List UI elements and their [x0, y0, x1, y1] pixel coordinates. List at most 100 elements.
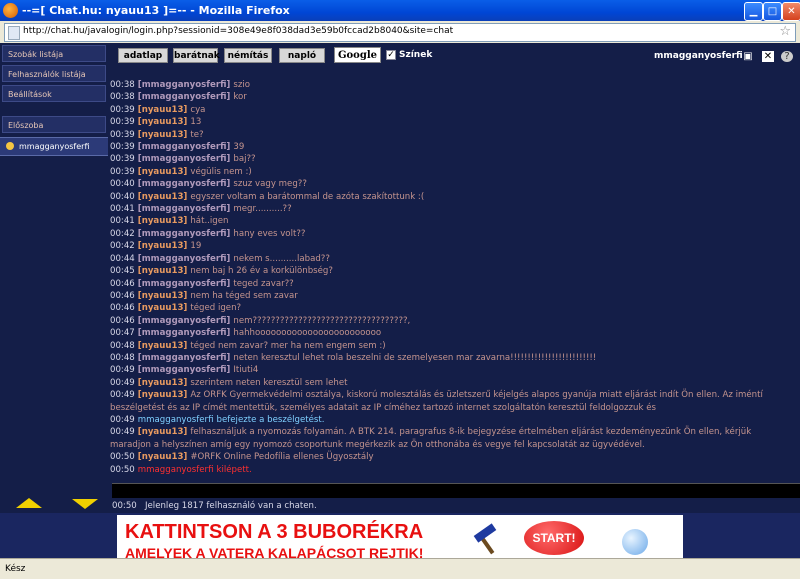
google-label: Google — [337, 50, 378, 61]
chat-message: 00:46 [mmagganyosferfi] teged zavar?? — [110, 278, 800, 290]
message-time: 00:48 — [110, 352, 135, 363]
message-nick[interactable]: [nyauu13] — [138, 341, 188, 351]
message-nick[interactable]: [mmagganyosferfi] — [138, 229, 231, 239]
message-nick[interactable]: [nyauu13] — [138, 303, 188, 313]
message-nick[interactable]: [nyauu13] — [138, 266, 188, 276]
chat-message: 00:39 [nyauu13] 13 — [110, 116, 800, 128]
sidebar-item-lobby[interactable]: Előszoba — [2, 116, 106, 133]
minimize-button[interactable]: ▁ — [744, 2, 763, 21]
message-nick[interactable]: [mmagganyosferfi] — [138, 254, 231, 264]
message-text: kor — [233, 92, 247, 103]
chat-message: 00:40 [nyauu13] egyszer voltam a barátomma… — [110, 191, 800, 203]
message-text: szuz vagy meg?? — [233, 179, 307, 190]
sidebar-user-item[interactable]: mmagganyosferfi — [0, 137, 108, 156]
message-nick[interactable]: [mmagganyosferfi] — [138, 328, 231, 338]
chat-message: 00:50 [nyauu13] #ORFK Online Pedofília ell… — [110, 451, 800, 463]
message-nick[interactable]: [mmagganyosferfi] — [138, 365, 231, 375]
message-text: 39 — [233, 142, 245, 153]
message-nick[interactable]: mmagganyosferfi — [138, 465, 214, 475]
start-button[interactable]: START! — [524, 521, 584, 555]
message-nick[interactable]: [mmagganyosferfi] — [138, 316, 231, 326]
message-nick[interactable]: [nyauu13] — [138, 192, 188, 202]
profile-button[interactable]: adatlap — [118, 48, 168, 63]
current-username: mmagganyosferfi — [654, 51, 743, 61]
message-nick[interactable]: [mmagganyosferfi] — [138, 92, 231, 102]
message-text: 19 — [190, 241, 202, 252]
message-time: 00:48 — [110, 340, 135, 351]
ad-banner[interactable]: KATTINTSON A 3 BUBORÉKRA AMELYEK A VATER… — [117, 515, 683, 558]
message-nick[interactable]: [mmagganyosferfi] — [138, 279, 231, 289]
page-icon — [8, 26, 20, 40]
banner-headline: KATTINTSON A 3 BUBORÉKRA — [125, 521, 424, 543]
colors-checkbox[interactable]: ✓ — [386, 50, 396, 60]
maximize-button[interactable]: □ — [763, 2, 782, 21]
status-time: 00:50 — [112, 501, 137, 511]
message-time: 00:41 — [110, 216, 135, 227]
friend-button[interactable]: barátnak — [173, 48, 220, 63]
firefox-icon — [3, 3, 18, 18]
message-nick[interactable]: [mmagganyosferfi] — [138, 179, 231, 189]
message-nick[interactable]: [nyauu13] — [138, 105, 188, 115]
chat-message: 00:48 [nyauu13] téged nem zavar? mer ha ne… — [110, 340, 800, 352]
message-text: hany eves volt?? — [233, 228, 306, 239]
status-text: Jelenleg 1817 felhasználó van a chaten. — [144, 501, 317, 511]
message-time: 00:46 — [110, 278, 135, 289]
message-time: 00:49 — [110, 377, 135, 388]
chat-message: 00:41 [nyauu13] hát..igen — [110, 215, 800, 227]
sidebar-item-settings[interactable]: Beállítások — [2, 85, 106, 102]
chat-message: 00:41 [mmagganyosferfi] megr..........?? — [110, 203, 800, 215]
message-text: te? — [190, 129, 204, 140]
message-nick[interactable]: [nyauu13] — [138, 291, 188, 301]
message-nick[interactable]: [nyauu13] — [138, 241, 188, 251]
log-button[interactable]: napló — [279, 48, 325, 63]
scroll-up-arrow-icon[interactable] — [16, 498, 42, 508]
banner-subline: AMELYEK A VATERA KALAPÁCSOT REJTIK! — [125, 545, 424, 558]
colors-label: Színek — [399, 50, 433, 60]
message-text: befejezte a beszélgetést. — [216, 414, 325, 425]
message-nick[interactable]: [mmagganyosferfi] — [138, 353, 231, 363]
close-chat-icon[interactable]: ✕ — [762, 51, 774, 62]
message-nick[interactable]: [nyauu13] — [138, 452, 188, 462]
chat-message: 00:39 [nyauu13] te? — [110, 129, 800, 141]
google-button[interactable]: Google — [334, 47, 381, 63]
sidebar-item-users[interactable]: Felhasználók listája — [2, 65, 106, 82]
close-window-button[interactable]: ✕ — [782, 2, 800, 21]
bubble-icon[interactable] — [622, 529, 648, 555]
message-nick[interactable]: [nyauu13] — [138, 130, 188, 140]
windows-icon[interactable]: ▣ — [742, 51, 754, 62]
chat-content: Szobák listája Felhasználók listája Beál… — [0, 43, 800, 558]
message-input[interactable] — [112, 483, 800, 498]
message-nick[interactable]: [mmagganyosferfi] — [138, 204, 231, 214]
message-text: felhasználjuk a nyomozás folyamán. A BTK… — [110, 427, 752, 450]
message-nick[interactable]: [nyauu13] — [138, 427, 188, 437]
message-time: 00:39 — [110, 117, 135, 128]
message-nick[interactable]: mmagganyosferfi — [138, 415, 214, 425]
url-field[interactable]: http://chat.hu/javalogin/login.php?sessi… — [4, 23, 796, 42]
message-time: 00:47 — [110, 328, 135, 339]
mute-button[interactable]: némítás — [224, 48, 272, 63]
message-time: 00:38 — [110, 92, 135, 103]
message-nick[interactable]: [nyauu13] — [138, 117, 188, 127]
message-text: Az ORFK Gyermekvédelmi osztálya, kiskorú… — [110, 390, 763, 413]
message-nick[interactable]: [mmagganyosferfi] — [138, 154, 231, 164]
message-text: Itiuti4 — [233, 365, 259, 376]
message-text: baj?? — [233, 154, 256, 165]
message-nick[interactable]: [mmagganyosferfi] — [138, 80, 231, 90]
message-text: #ORFK Online Pedofília ellenes Ügyosztál… — [190, 452, 374, 463]
message-time: 00:50 — [110, 452, 135, 463]
sidebar: Szobák listája Felhasználók listája Beál… — [0, 43, 108, 513]
scroll-down-arrow-icon[interactable] — [72, 499, 98, 509]
chat-message: 00:46 [nyauu13] téged igen? — [110, 302, 800, 314]
chat-message: 00:39 [mmagganyosferfi] baj?? — [110, 153, 800, 165]
message-text: cya — [190, 104, 206, 115]
message-nick[interactable]: [nyauu13] — [138, 167, 188, 177]
message-nick[interactable]: [nyauu13] — [138, 390, 188, 400]
message-text: teged zavar?? — [233, 278, 294, 289]
message-nick[interactable]: [mmagganyosferfi] — [138, 142, 231, 152]
sidebar-item-rooms[interactable]: Szobák listája — [2, 45, 106, 62]
message-nick[interactable]: [nyauu13] — [138, 216, 188, 226]
bookmark-star-icon[interactable]: ☆ — [779, 24, 791, 39]
message-text: hát..igen — [190, 216, 229, 227]
message-nick[interactable]: [nyauu13] — [138, 378, 188, 388]
help-icon[interactable]: ? — [781, 51, 793, 62]
